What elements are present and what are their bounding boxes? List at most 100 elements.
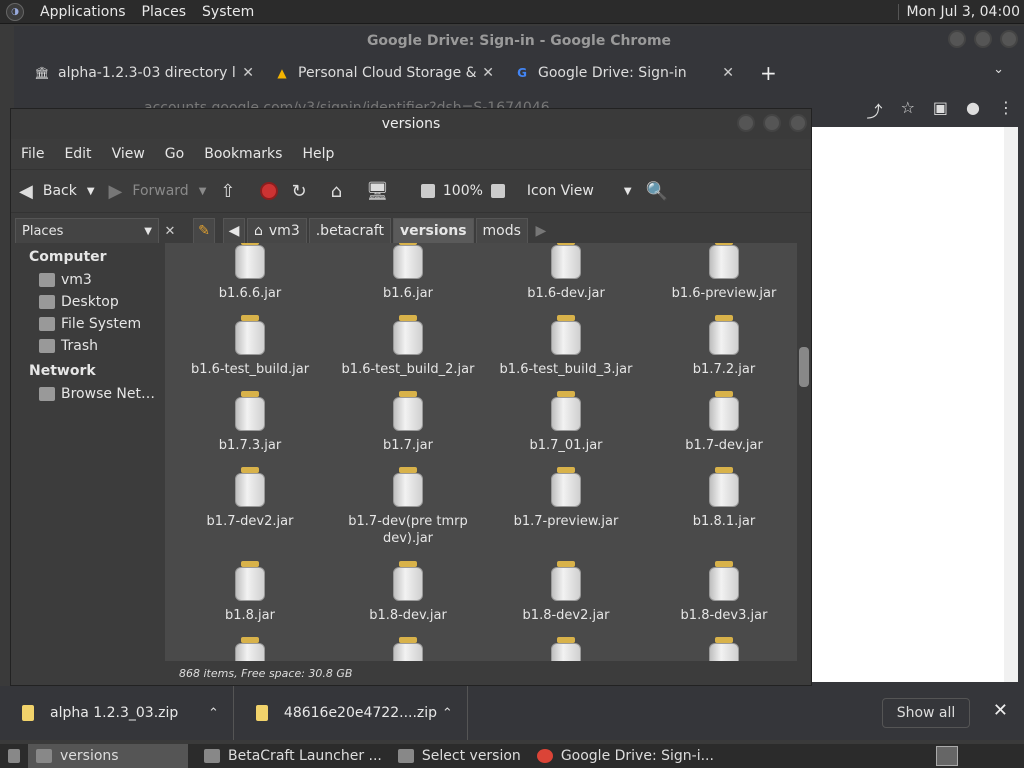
sidebar-mode-select[interactable]: Places ▼ bbox=[15, 218, 159, 244]
file-item[interactable]: b1.7-preview.jar bbox=[491, 467, 641, 530]
file-item[interactable]: b1.7.jar bbox=[333, 391, 483, 454]
file-item[interactable] bbox=[491, 637, 641, 661]
zoom-out-icon[interactable] bbox=[420, 184, 435, 198]
task-versions[interactable]: versions bbox=[28, 744, 188, 768]
computer-button[interactable]: 🖥 bbox=[366, 181, 399, 202]
file-item[interactable] bbox=[333, 637, 483, 661]
file-item[interactable]: b1.7-dev.jar bbox=[649, 391, 797, 454]
maximize-button[interactable] bbox=[763, 114, 781, 132]
chrome-page-scrollbar[interactable] bbox=[1004, 127, 1018, 682]
show-all-button[interactable]: Show all bbox=[882, 698, 970, 728]
sidebar-item-desktop[interactable]: Desktop bbox=[11, 291, 161, 313]
stop-button[interactable] bbox=[259, 182, 278, 200]
sidebar-item-file-system[interactable]: File System bbox=[11, 313, 161, 335]
file-item[interactable]: b1.6-dev.jar bbox=[491, 243, 641, 302]
maximize-button[interactable] bbox=[974, 30, 992, 48]
file-item[interactable]: b1.7-dev(pre tmrp dev).jar bbox=[333, 467, 483, 547]
reload-button[interactable]: ↻ bbox=[292, 181, 317, 202]
menu-places[interactable]: Places bbox=[134, 4, 195, 20]
up-button[interactable]: ⇧ bbox=[220, 181, 245, 202]
chevron-down-icon[interactable]: ▼ bbox=[87, 186, 95, 197]
task-select-version[interactable]: Select version bbox=[390, 744, 529, 768]
zoom-level[interactable]: 100% bbox=[443, 183, 483, 199]
path-scroll-right-button[interactable]: ▶ bbox=[530, 218, 552, 244]
file-item[interactable]: b1.7-dev2.jar bbox=[175, 467, 325, 530]
menu-file[interactable]: File bbox=[21, 146, 44, 162]
minimize-button[interactable] bbox=[948, 30, 966, 48]
path-button-mods[interactable]: mods bbox=[475, 218, 528, 244]
file-item[interactable]: b1.8-dev2.jar bbox=[491, 561, 641, 624]
chrome-titlebar[interactable]: Google Drive: Sign-in - Google Chrome bbox=[14, 26, 1024, 56]
close-icon[interactable]: ✕ bbox=[722, 65, 734, 81]
file-item[interactable]: b1.7.2.jar bbox=[649, 315, 797, 378]
tab-personal-cloud[interactable]: ▲ Personal Cloud Storage & File ✕ bbox=[264, 58, 504, 88]
edit-location-button[interactable]: ✎ bbox=[193, 218, 215, 244]
chevron-up-icon[interactable]: ⌃ bbox=[442, 706, 453, 721]
file-item[interactable]: b1.8.jar bbox=[175, 561, 325, 624]
bookmark-star-icon[interactable]: ☆ bbox=[901, 98, 915, 122]
path-scroll-left-button[interactable]: ◀ bbox=[223, 218, 245, 244]
download-item[interactable]: 48616e20e4722....zip ⌃ bbox=[234, 686, 468, 740]
chevron-down-icon[interactable]: ▼ bbox=[199, 186, 207, 197]
file-item[interactable]: b1.7.3.jar bbox=[175, 391, 325, 454]
file-item[interactable]: b1.6-test_build_2.jar bbox=[333, 315, 483, 378]
close-icon[interactable]: ✕ bbox=[993, 700, 1008, 721]
minimize-button[interactable] bbox=[737, 114, 755, 132]
forward-button[interactable]: ▶ Forward ▼ bbox=[109, 181, 207, 202]
file-item[interactable] bbox=[649, 637, 797, 661]
zoom-in-icon[interactable] bbox=[490, 184, 505, 198]
file-item[interactable]: b1.6-preview.jar bbox=[649, 243, 797, 302]
search-button[interactable]: 🔍 bbox=[646, 181, 678, 202]
path-button-versions[interactable]: versions bbox=[392, 218, 474, 244]
file-item[interactable]: b1.8.1.jar bbox=[649, 467, 797, 530]
sidebar-item-trash[interactable]: Trash bbox=[11, 335, 161, 357]
file-item[interactable]: b1.6.jar bbox=[333, 243, 483, 302]
task-google-chrome[interactable]: Google Drive: Sign-i... bbox=[529, 744, 722, 768]
show-desktop-button[interactable] bbox=[0, 744, 28, 768]
file-manager-titlebar[interactable]: versions bbox=[11, 109, 811, 139]
file-item[interactable]: b1.7_01.jar bbox=[491, 391, 641, 454]
workspace-switcher[interactable] bbox=[936, 746, 958, 766]
menu-help[interactable]: Help bbox=[302, 146, 334, 162]
scrollbar-thumb[interactable] bbox=[799, 347, 809, 387]
side-panel-icon[interactable]: ▣ bbox=[933, 98, 948, 122]
chevron-up-icon[interactable]: ⌃ bbox=[208, 706, 219, 721]
menu-edit[interactable]: Edit bbox=[64, 146, 91, 162]
chrome-page-content[interactable] bbox=[812, 127, 1004, 682]
sidebar-item-vm3[interactable]: vm3 bbox=[11, 269, 161, 291]
menu-applications[interactable]: Applications bbox=[32, 4, 134, 20]
clock[interactable]: Mon Jul 3, 04:00 bbox=[897, 4, 1020, 20]
distro-logo-icon[interactable]: ◑ bbox=[6, 2, 24, 21]
share-icon[interactable]: ⤴ bbox=[867, 98, 883, 122]
menu-bookmarks[interactable]: Bookmarks bbox=[204, 146, 282, 162]
file-item[interactable]: b1.6-test_build.jar bbox=[175, 315, 325, 378]
kebab-menu-icon[interactable]: ⋮ bbox=[998, 98, 1014, 122]
file-icon-view[interactable]: b1.6.6.jar b1.6.jar b1.6-dev.jar b1.6-previ… bbox=[165, 243, 797, 661]
file-item[interactable]: b1.8-dev3.jar bbox=[649, 561, 797, 624]
close-icon[interactable]: ✕ bbox=[482, 65, 494, 81]
icon-view-scrollbar[interactable] bbox=[797, 243, 811, 661]
menu-view[interactable]: View bbox=[112, 146, 145, 162]
home-button[interactable]: ⌂ bbox=[331, 181, 352, 202]
download-item[interactable]: alpha 1.2.3_03.zip ⌃ bbox=[0, 686, 234, 740]
close-icon[interactable]: ✕ bbox=[242, 65, 254, 81]
tab-search-chevron-icon[interactable]: ⌄ bbox=[993, 62, 1004, 77]
profile-avatar-icon[interactable]: ● bbox=[966, 98, 980, 122]
file-item[interactable]: b1.6-test_build_3.jar bbox=[491, 315, 641, 378]
file-item[interactable]: b1.8-dev.jar bbox=[333, 561, 483, 624]
sidebar-item-browse-network[interactable]: Browse Net… bbox=[11, 383, 161, 405]
new-tab-button[interactable]: + bbox=[760, 61, 777, 85]
tab-directory-listing[interactable]: 🏛 alpha-1.2.3-03 directory listing ✕ bbox=[24, 58, 264, 88]
file-item[interactable]: b1.6.6.jar bbox=[175, 243, 325, 302]
close-button[interactable] bbox=[789, 114, 807, 132]
menu-system[interactable]: System bbox=[194, 4, 262, 20]
view-mode-select[interactable]: Icon View ▼ bbox=[527, 183, 632, 199]
path-button-vm3[interactable]: ⌂ vm3 bbox=[247, 218, 307, 244]
task-betacraft-launcher[interactable]: BetaCraft Launcher ... bbox=[196, 744, 390, 768]
menu-go[interactable]: Go bbox=[165, 146, 184, 162]
path-button-betacraft[interactable]: .betacraft bbox=[308, 218, 391, 244]
file-item[interactable] bbox=[175, 637, 325, 661]
back-button[interactable]: ◀ Back ▼ bbox=[19, 181, 95, 202]
close-icon[interactable]: ✕ bbox=[161, 224, 179, 239]
tab-google-drive-signin[interactable]: G Google Drive: Sign-in ✕ bbox=[504, 58, 744, 88]
